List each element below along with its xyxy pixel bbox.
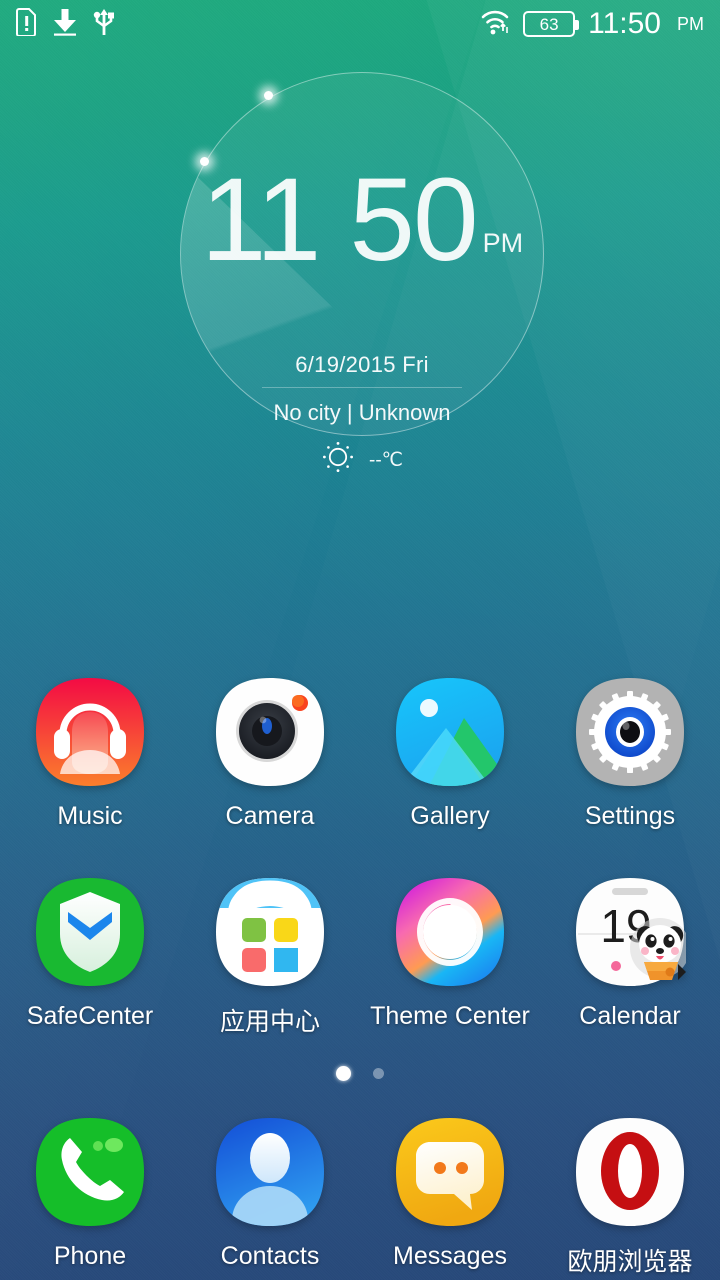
app-appstore[interactable]: 应用中心 bbox=[180, 876, 360, 1038]
clock-weather-widget[interactable]: 11 50 PM 6/19/2015 Fri No city | Unknown… bbox=[180, 72, 544, 472]
status-bar-right-icons: 63 11:50 PM bbox=[480, 8, 704, 41]
app-label: Camera bbox=[225, 802, 315, 830]
theme-center-icon bbox=[394, 876, 506, 988]
contacts-icon bbox=[214, 1116, 326, 1228]
app-contacts[interactable]: Contacts bbox=[180, 1116, 360, 1278]
page-dot-inactive[interactable] bbox=[373, 1068, 384, 1079]
clock-ampm: PM bbox=[482, 228, 524, 258]
settings-icon bbox=[574, 676, 686, 788]
camera-icon bbox=[214, 676, 326, 788]
app-label: Messages bbox=[393, 1242, 507, 1270]
app-phone[interactable]: Phone bbox=[0, 1116, 180, 1278]
opera-browser-icon bbox=[574, 1116, 686, 1228]
calendar-icon: 19 bbox=[574, 876, 686, 988]
app-label: SafeCenter bbox=[26, 1002, 154, 1030]
download-icon bbox=[52, 8, 78, 41]
clock-widget-sparkle-top bbox=[264, 91, 273, 100]
app-messages[interactable]: Messages bbox=[360, 1116, 540, 1278]
status-bar[interactable]: 63 11:50 PM bbox=[0, 0, 720, 48]
battery-indicator: 63 bbox=[523, 11, 580, 37]
usb-icon bbox=[92, 8, 116, 41]
wifi-transfer-icon bbox=[480, 8, 510, 41]
music-icon bbox=[34, 676, 146, 788]
app-safecenter[interactable]: SafeCenter bbox=[0, 876, 180, 1038]
status-bar-ampm: PM bbox=[677, 14, 704, 34]
phone-icon bbox=[34, 1116, 146, 1228]
app-label: Theme Center bbox=[370, 1002, 530, 1030]
app-label: 应用中心 bbox=[219, 1008, 320, 1036]
app-label: Gallery bbox=[410, 802, 490, 830]
page-indicator[interactable] bbox=[0, 1066, 720, 1081]
clock-minute: 50 bbox=[349, 154, 478, 286]
app-label: Contacts bbox=[220, 1242, 320, 1270]
app-row-1: Music Camera Gallery Settings bbox=[0, 676, 720, 831]
clock-temperature: --℃ bbox=[369, 449, 403, 471]
clock-date: 6/19/2015 Fri bbox=[295, 352, 429, 377]
clock-weather-row: --℃ bbox=[180, 440, 544, 480]
app-label: Music bbox=[57, 802, 123, 830]
app-row-2: SafeCenter 应用中心 Theme Center 19 Calendar bbox=[0, 876, 720, 1038]
dock: Phone Contacts Messages 欧朋浏览器 bbox=[0, 1116, 720, 1278]
appstore-icon bbox=[214, 876, 326, 988]
safecenter-icon bbox=[34, 876, 146, 988]
clock-divider bbox=[262, 387, 462, 388]
battery-level-text: 63 bbox=[539, 14, 559, 34]
app-theme-center[interactable]: Theme Center bbox=[360, 876, 540, 1038]
app-label: Settings bbox=[584, 802, 676, 830]
app-label: Phone bbox=[53, 1242, 127, 1270]
app-label: 欧朋浏览器 bbox=[567, 1248, 693, 1276]
app-camera[interactable]: Camera bbox=[180, 676, 360, 831]
clock-hour: 11 bbox=[200, 154, 321, 286]
clock-widget-time: 11 50 PM bbox=[180, 154, 544, 286]
messages-icon bbox=[394, 1116, 506, 1228]
app-music[interactable]: Music bbox=[0, 676, 180, 831]
app-settings[interactable]: Settings bbox=[540, 676, 720, 831]
app-calendar[interactable]: 19 Calendar bbox=[540, 876, 720, 1038]
status-bar-left-icons bbox=[16, 7, 116, 41]
page-dot-active[interactable] bbox=[336, 1066, 351, 1081]
sim-card-alert-icon bbox=[16, 7, 38, 41]
app-opera-browser[interactable]: 欧朋浏览器 bbox=[540, 1116, 720, 1278]
status-bar-clock: 11:50 bbox=[588, 7, 661, 40]
gallery-icon bbox=[394, 676, 506, 788]
sun-icon bbox=[321, 440, 355, 480]
app-label: Calendar bbox=[579, 1002, 681, 1030]
app-gallery[interactable]: Gallery bbox=[360, 676, 540, 831]
clock-city-weather-text: No city | Unknown bbox=[273, 400, 451, 425]
